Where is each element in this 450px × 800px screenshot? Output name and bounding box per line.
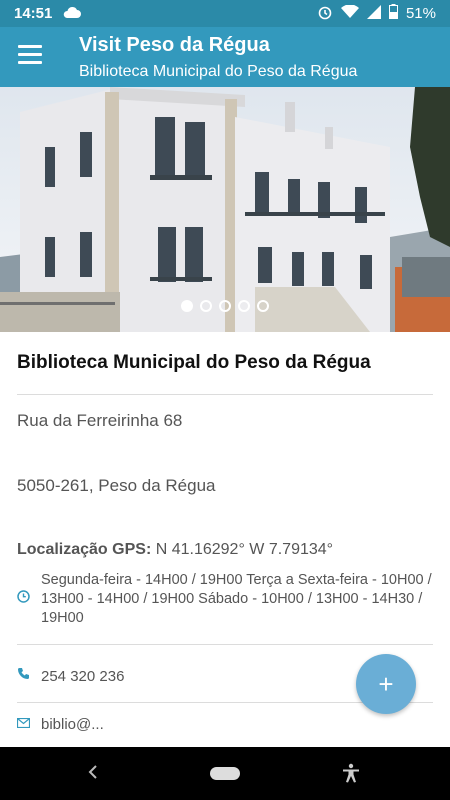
battery-icon [388, 4, 398, 23]
email-address[interactable]: biblio@... [41, 716, 104, 733]
phone-number[interactable]: 254 320 236 [41, 668, 124, 685]
app-title: Visit Peso da Régua [79, 34, 270, 56]
cloud-icon [62, 5, 82, 23]
home-button[interactable] [210, 767, 240, 780]
place-title: Biblioteca Municipal do Peso da Régua [17, 352, 371, 373]
photo-carousel[interactable] [0, 87, 450, 332]
carousel-indicator [0, 300, 450, 312]
signal-icon [366, 4, 381, 23]
address-line-2: 5050-261, Peso da Régua [17, 476, 216, 495]
gps-value: N 41.16292° W 7.79134° [151, 541, 334, 558]
gps-location: Localização GPS: N 41.16292° W 7.79134° [17, 541, 433, 559]
divider [17, 644, 433, 645]
clock-icon [17, 590, 30, 608]
carousel-dot[interactable] [219, 300, 231, 312]
status-bar: 14:51 51% [0, 0, 450, 27]
email-icon [16, 715, 31, 733]
phone-icon [17, 667, 30, 685]
add-button[interactable]: + [356, 654, 416, 714]
status-icons: 51% [317, 3, 436, 24]
address-line-1: Rua da Ferreirinha 68 [17, 411, 183, 430]
building-photo [0, 87, 450, 332]
alarm-icon [317, 4, 333, 24]
system-nav-bar [0, 747, 450, 800]
carousel-dot[interactable] [181, 300, 193, 312]
carousel-dot[interactable] [200, 300, 212, 312]
carousel-dot[interactable] [257, 300, 269, 312]
app-bar: Visit Peso da Régua Biblioteca Municipal… [0, 27, 450, 87]
carousel-dot[interactable] [238, 300, 250, 312]
app-subtitle: Biblioteca Municipal do Peso da Régua [79, 63, 358, 80]
accessibility-icon[interactable] [342, 763, 360, 788]
wifi-icon [340, 3, 359, 23]
battery-percent: 51% [405, 5, 436, 22]
divider [17, 394, 433, 395]
status-time: 14:51 [14, 5, 53, 22]
hamburger-icon[interactable] [18, 45, 42, 65]
opening-hours-text: Segunda-feira - 14H00 / 19H00 Terça a Se… [41, 572, 432, 626]
email-row[interactable]: biblio@... [16, 715, 433, 733]
opening-hours: Segunda-feira - 14H00 / 19H00 Terça a Se… [17, 571, 433, 628]
back-icon[interactable] [88, 763, 98, 784]
gps-label: Localização GPS: [17, 541, 152, 558]
